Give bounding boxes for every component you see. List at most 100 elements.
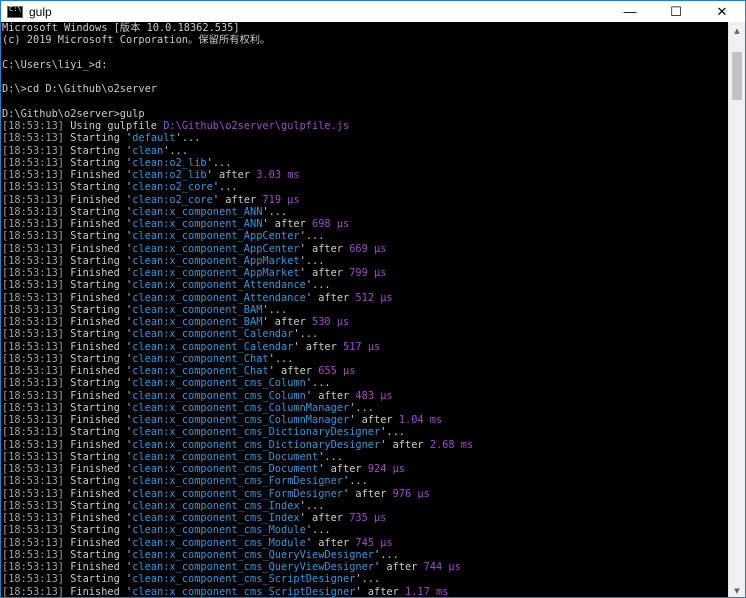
- log-line: [18:53:13] Starting 'clean:x_component_A…: [2, 279, 331, 292]
- log-task-name: clean: [132, 144, 164, 157]
- log-line: [18:53:13] Finished 'clean:x_component_A…: [2, 291, 393, 304]
- log-task-name: clean:x_component_AppMarket: [132, 254, 300, 267]
- cmd-app-icon[interactable]: [7, 5, 23, 18]
- log-line: [18:53:13] Finished 'clean:x_component_c…: [2, 438, 474, 451]
- close-button[interactable]: ✕: [699, 1, 745, 22]
- log-verb: Finished: [70, 267, 120, 279]
- log-task-name: clean:x_component_ANN: [132, 205, 263, 218]
- log-verb: Finished: [70, 438, 120, 451]
- log-timestamp: [18:53:13]: [2, 512, 64, 524]
- log-timestamp: [18:53:13]: [2, 438, 64, 451]
- scroll-up-arrow-icon[interactable]: ▲: [729, 22, 745, 39]
- log-task-name: clean:x_component_Chat: [132, 352, 269, 365]
- log-line: [18:53:13] Finished 'clean:o2_lib' after…: [2, 169, 300, 181]
- minimize-button[interactable]: —: [607, 1, 653, 22]
- log-timestamp: [18:53:13]: [2, 401, 64, 414]
- log-verb: Starting: [70, 573, 120, 586]
- vertical-scrollbar[interactable]: ▲ ▼: [728, 22, 745, 597]
- log-line: [18:53:13] Starting 'clean:x_component_c…: [2, 573, 381, 586]
- log-line: [18:53:13] Finished 'clean:o2_core' afte…: [2, 193, 300, 206]
- log-task-name: clean:x_component_BAM: [132, 303, 263, 316]
- log-task-name: clean:x_component_Attendance: [132, 279, 306, 292]
- log-task-name: clean:x_component_cms_FormDesigner: [132, 487, 343, 500]
- window-title: gulp: [29, 4, 52, 19]
- log-timestamp: [18:53:13]: [2, 377, 64, 390]
- log-line: [18:53:13] Starting 'clean:x_component_B…: [2, 303, 288, 316]
- log-verb: Finished: [70, 414, 120, 426]
- log-timestamp: [18:53:13]: [2, 475, 64, 488]
- log-timestamp: [18:53:13]: [2, 267, 64, 279]
- log-timestamp: [18:53:13]: [2, 242, 64, 255]
- log-task-name: clean:x_component_cms_Document: [132, 450, 319, 463]
- log-task-name: clean:o2_lib: [132, 156, 207, 169]
- scrollbar-thumb[interactable]: [732, 52, 742, 100]
- log-task-name: clean:x_component_cms_Module: [132, 536, 306, 549]
- log-line: [18:53:13] Starting 'clean:x_component_c…: [2, 524, 331, 537]
- title-bar[interactable]: gulp — ☐ ✕: [1, 1, 745, 22]
- log-verb: Finished: [70, 340, 120, 353]
- log-line: [18:53:13] Finished 'clean:x_component_c…: [2, 585, 449, 598]
- log-line: [18:53:13] Finished 'clean:x_component_C…: [2, 340, 381, 353]
- log-verb: Starting: [70, 230, 120, 243]
- log-line: [18:53:13] Starting 'clean:x_component_c…: [2, 548, 399, 561]
- log-duration: 512 μs: [355, 291, 393, 304]
- log-verb: Starting: [70, 401, 120, 414]
- log-timestamp: [18:53:13]: [2, 352, 64, 365]
- log-duration: 1.17 ms: [405, 585, 449, 598]
- log-duration: 1.04 ms: [398, 414, 443, 426]
- log-verb: Starting: [70, 132, 120, 145]
- log-task-name: clean:x_component_cms_DictionaryDesigner: [132, 438, 381, 451]
- console-line: Microsoft Windows [版本 10.0.18362.535]: [2, 22, 240, 34]
- log-verb: Finished: [70, 169, 120, 181]
- log-task-name: clean:x_component_cms_QueryViewDesigner: [132, 561, 374, 573]
- log-task-name: clean:x_component_cms_Module: [132, 524, 306, 537]
- log-timestamp: [18:53:13]: [2, 450, 64, 463]
- log-duration: 799 μs: [349, 267, 387, 279]
- log-timestamp: [18:53:13]: [2, 120, 64, 132]
- log-verb: Finished: [70, 291, 120, 304]
- log-text: Using gulpfile: [64, 120, 164, 132]
- log-verb: Starting: [70, 205, 120, 218]
- log-task-name: clean:x_component_cms_Index: [132, 499, 300, 512]
- log-verb: Finished: [70, 561, 120, 573]
- log-line: [18:53:13] Starting 'clean:x_component_c…: [2, 475, 368, 488]
- maximize-button[interactable]: ☐: [653, 1, 699, 22]
- log-timestamp: [18:53:13]: [2, 524, 64, 537]
- log-task-name: clean:x_component_Attendance: [132, 291, 306, 304]
- log-timestamp: [18:53:13]: [2, 156, 64, 169]
- log-verb: Starting: [70, 548, 120, 561]
- log-task-name: clean:x_component_cms_ColumnManager: [132, 401, 350, 414]
- log-task-name: clean:x_component_cms_QueryViewDesigner: [132, 548, 374, 561]
- log-line: [18:53:13] Finished 'clean:x_component_C…: [2, 365, 356, 377]
- log-line: [18:53:13] Starting 'default'...: [2, 132, 201, 145]
- log-timestamp: [18:53:13]: [2, 365, 64, 377]
- console-line: C:\Users\liyi_>d:: [2, 58, 108, 71]
- scroll-down-arrow-icon[interactable]: ▼: [729, 582, 745, 597]
- console-output[interactable]: Microsoft Windows [版本 10.0.18362.535] (c…: [1, 22, 730, 598]
- log-line: [18:53:13] Finished 'clean:x_component_A…: [2, 267, 387, 279]
- log-timestamp: [18:53:13]: [2, 303, 64, 316]
- log-line: [18:53:13] Starting 'clean:x_component_c…: [2, 499, 325, 512]
- log-timestamp: [18:53:13]: [2, 414, 64, 426]
- log-verb: Starting: [70, 144, 120, 157]
- log-timestamp: [18:53:13]: [2, 561, 64, 573]
- log-verb: Finished: [70, 316, 120, 328]
- log-task-name: clean:x_component_cms_Column: [132, 377, 306, 390]
- log-task-name: clean:x_component_cms_Index: [132, 512, 300, 524]
- log-verb: Starting: [70, 475, 120, 488]
- log-verb: Finished: [70, 512, 120, 524]
- console-line: D:\>cd D:\Github\o2server: [2, 83, 157, 96]
- log-verb: Finished: [70, 389, 120, 402]
- log-duration: 655 μs: [318, 365, 356, 377]
- log-timestamp: [18:53:13]: [2, 426, 64, 439]
- log-timestamp: [18:53:13]: [2, 279, 64, 292]
- log-verb: Starting: [70, 450, 120, 463]
- log-verb: Starting: [70, 352, 120, 365]
- log-timestamp: [18:53:13]: [2, 573, 64, 586]
- log-verb: Starting: [70, 426, 120, 439]
- log-verb: Finished: [70, 365, 120, 377]
- log-line: [18:53:13] Starting 'clean:o2_lib'...: [2, 156, 232, 169]
- log-task-name: clean:x_component_AppMarket: [132, 267, 300, 279]
- log-verb: Finished: [70, 536, 120, 549]
- log-duration: 719 μs: [262, 193, 300, 206]
